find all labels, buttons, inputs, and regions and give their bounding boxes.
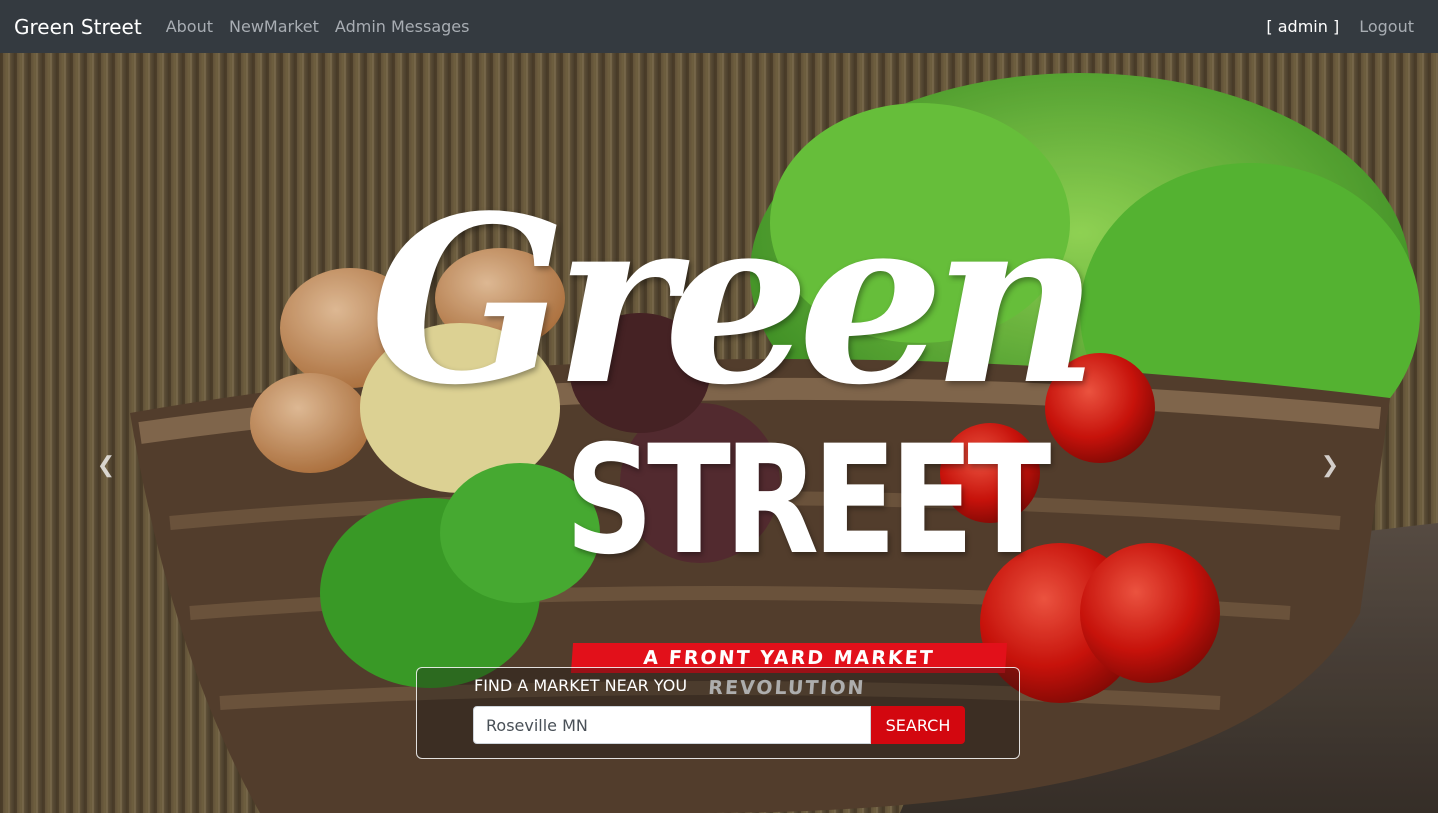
nav-link-newmarket[interactable]: NewMarket	[229, 17, 319, 36]
logout-link[interactable]: Logout	[1359, 17, 1414, 36]
market-search-panel: FIND A MARKET NEAR YOU SEARCH	[416, 667, 1020, 759]
brand-link[interactable]: Green Street	[14, 15, 142, 39]
logo-street-text: STREET	[565, 414, 1051, 588]
current-user-label: [ admin ]	[1266, 17, 1340, 36]
top-navbar: Green Street About NewMarket Admin Messa…	[0, 0, 1438, 53]
search-title: FIND A MARKET NEAR YOU	[474, 676, 688, 695]
location-search-input[interactable]	[473, 706, 871, 744]
chevron-left-icon[interactable]: ❮	[92, 451, 120, 479]
nav-link-admin-messages[interactable]: Admin Messages	[335, 17, 470, 36]
green-street-logo: Green STREET	[370, 141, 1100, 621]
navbar-right: [ admin ] Logout	[1266, 17, 1424, 36]
logo-green-text: Green	[370, 166, 1100, 436]
hero-carousel: ❮ ❯ Green STREET A FRONT YARD MARKET REV…	[0, 53, 1438, 813]
nav-link-about[interactable]: About	[166, 17, 213, 36]
search-button[interactable]: SEARCH	[871, 706, 965, 744]
chevron-right-icon[interactable]: ❯	[1316, 451, 1344, 479]
